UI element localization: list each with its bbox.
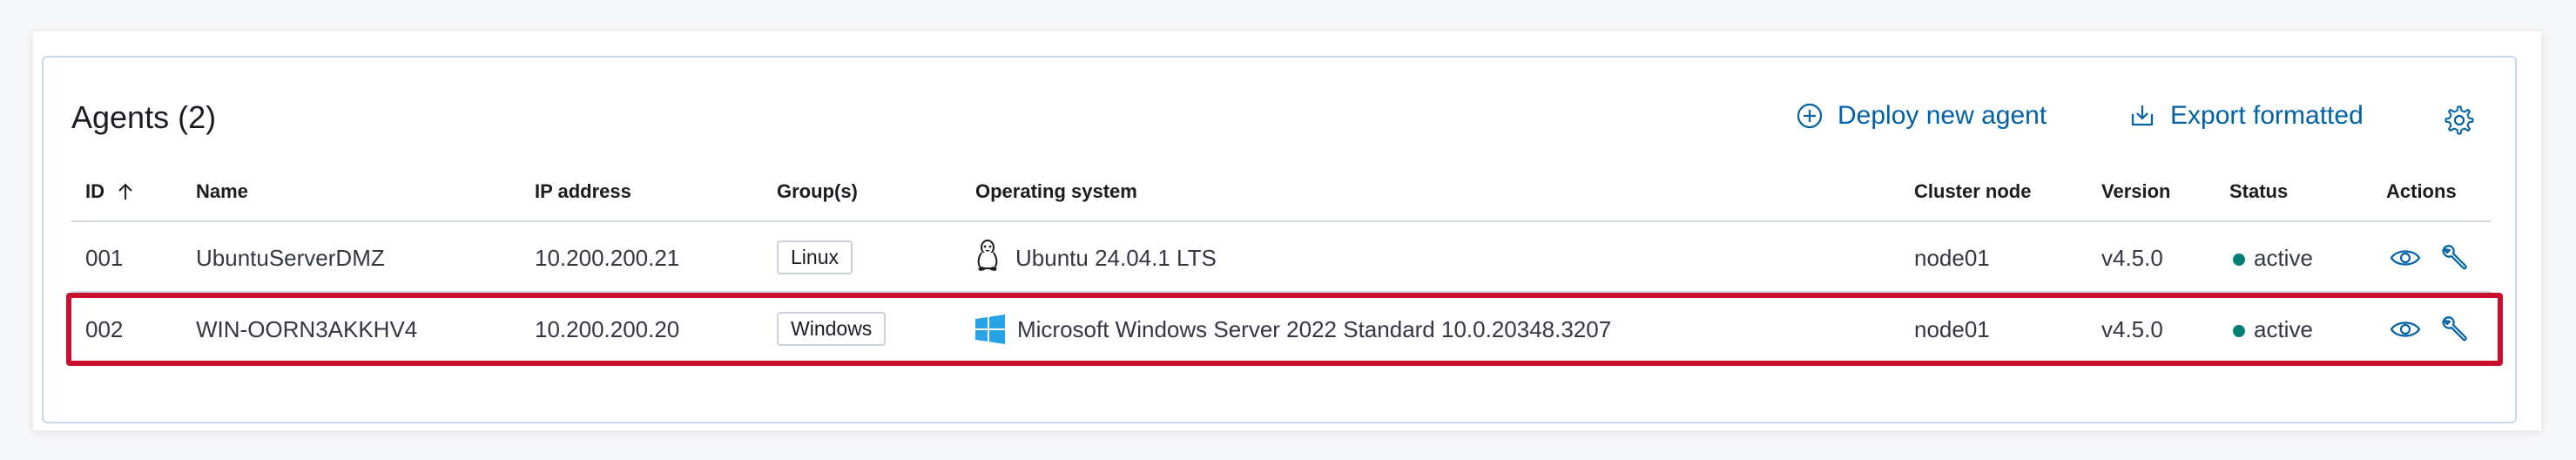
row-highlight-box [66, 293, 2503, 366]
deploy-new-agent-button[interactable]: Deploy new agent [1796, 101, 2047, 131]
column-header-id[interactable]: ID [85, 180, 136, 203]
plus-circle-icon [1797, 103, 1823, 129]
row-cluster: node01 [1914, 245, 1990, 271]
column-header-cluster[interactable]: Cluster node [1914, 180, 2031, 203]
download-icon [2131, 105, 2154, 126]
row-ip: 10.200.200.21 [535, 245, 680, 271]
export-formatted-button[interactable]: Export formatted [2128, 101, 2364, 131]
column-header-ip[interactable]: IP address [535, 180, 631, 203]
status-active-dot [2233, 254, 2245, 266]
column-header-id-label: ID [85, 180, 105, 202]
row-version: v4.5.0 [2101, 245, 2163, 271]
table-settings-button[interactable] [2444, 105, 2475, 140]
column-header-groups[interactable]: Group(s) [777, 180, 858, 203]
deploy-new-agent-label: Deploy new agent [1838, 101, 2047, 130]
gear-icon [2445, 105, 2474, 135]
header-divider [71, 220, 2491, 222]
row-status: active [2254, 245, 2313, 271]
column-header-status[interactable]: Status [2229, 180, 2288, 203]
column-header-actions: Actions [2386, 180, 2457, 202]
eye-icon[interactable] [2390, 246, 2421, 270]
linux-tux-icon [977, 240, 998, 271]
column-header-os[interactable]: Operating system [975, 180, 1137, 203]
group-badge[interactable]: Linux [777, 240, 853, 274]
wrench-icon[interactable] [2438, 242, 2470, 274]
sort-ascending-icon [118, 183, 132, 200]
row-id: 001 [85, 245, 124, 271]
export-formatted-label: Export formatted [2170, 101, 2364, 130]
table-title: Agents (2) [71, 99, 217, 135]
column-header-version[interactable]: Version [2101, 180, 2170, 203]
column-header-name[interactable]: Name [196, 180, 248, 203]
row-name[interactable]: UbuntuServerDMZ [196, 245, 385, 272]
row-os: Ubuntu 24.04.1 LTS [1015, 245, 1217, 271]
